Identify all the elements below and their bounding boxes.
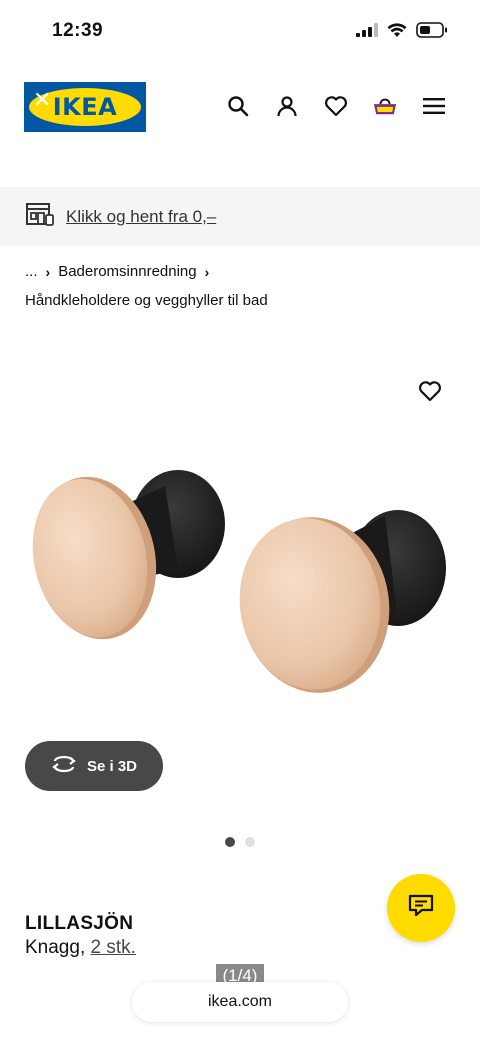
menu-icon[interactable]: [422, 94, 446, 118]
chat-button[interactable]: [387, 874, 455, 942]
pickup-link[interactable]: Klikk og hent fra 0,–: [66, 207, 216, 227]
carousel-dot-2[interactable]: [245, 837, 255, 847]
search-icon[interactable]: [226, 94, 250, 118]
account-icon[interactable]: [275, 94, 299, 118]
chat-icon: [408, 894, 434, 923]
view-3d-label: Se i 3D: [86, 757, 138, 775]
breadcrumb-category[interactable]: Håndkleholdere og vegghyller til bad: [25, 292, 268, 309]
status-time: 12:39: [52, 20, 104, 41]
wishlist-heart-icon[interactable]: [418, 380, 442, 404]
breadcrumb: ... › Baderomsinnredning ›: [25, 263, 209, 280]
product-type: Knagg,: [25, 937, 86, 958]
url-bar[interactable]: ikea.com: [132, 982, 348, 1022]
chevron-right-icon: ›: [204, 263, 210, 280]
carousel-dot-1[interactable]: [225, 837, 235, 847]
heart-icon[interactable]: [324, 94, 348, 118]
product-description: Knagg, 2 stk.: [25, 937, 136, 959]
knob-right: [239, 510, 446, 693]
logo-text: IKEA: [52, 93, 118, 121]
breadcrumb-item[interactable]: Baderomsinnredning: [58, 263, 196, 280]
knob-left: [32, 470, 225, 640]
header-icons: [226, 94, 446, 118]
product-quantity-link[interactable]: 2 stk.: [91, 937, 136, 958]
cellular-signal-icon: [356, 23, 378, 42]
store-pickup-icon: [26, 202, 54, 231]
view-3d-button[interactable]: Se i 3D: [25, 741, 163, 791]
breadcrumb-ellipsis[interactable]: ...: [25, 263, 38, 280]
status-icons: [356, 22, 448, 43]
status-bar: 12:39: [0, 0, 480, 64]
site-header: IKEA ✕: [0, 64, 480, 184]
chevron-right-icon: ›: [45, 263, 51, 280]
wifi-icon: [387, 22, 407, 43]
product-image[interactable]: [0, 420, 480, 740]
close-icon[interactable]: ✕: [33, 87, 51, 113]
carousel-dots: [0, 837, 480, 847]
rotate-3d-icon: [51, 755, 77, 777]
ikea-logo[interactable]: IKEA ✕: [24, 82, 146, 132]
product-name: LILLASJÖN: [25, 913, 134, 934]
shopping-basket-icon[interactable]: [373, 94, 397, 118]
pickup-banner[interactable]: Klikk og hent fra 0,–: [0, 187, 480, 246]
battery-icon: [416, 22, 448, 43]
